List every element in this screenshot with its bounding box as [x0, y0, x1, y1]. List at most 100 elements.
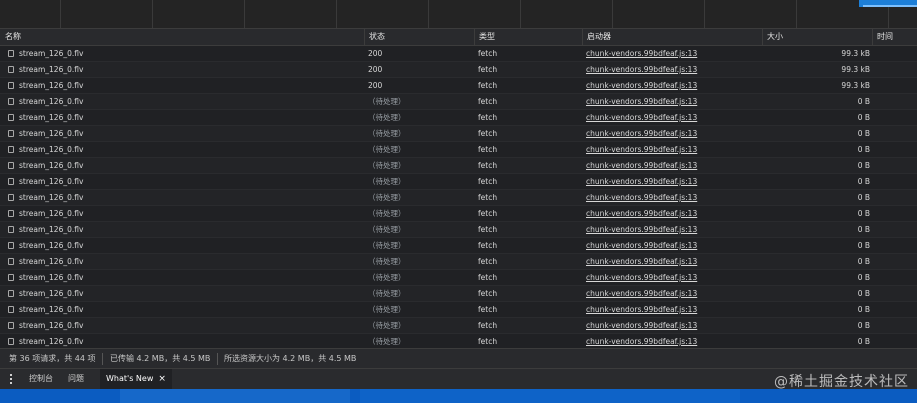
more-options-icon[interactable]	[10, 373, 13, 385]
request-initiator-link[interactable]: chunk-vendors.99bdfeaf.js:13	[586, 110, 756, 125]
request-type: fetch	[478, 305, 498, 314]
request-initiator-link[interactable]: chunk-vendors.99bdfeaf.js:13	[586, 302, 756, 317]
request-initiator-link[interactable]: chunk-vendors.99bdfeaf.js:13	[586, 46, 756, 61]
table-row[interactable]: stream_126_0.flv （待处理） fetch chunk-vendors.…	[0, 270, 917, 286]
request-type: fetch	[478, 65, 498, 74]
request-name[interactable]: stream_126_0.flv	[8, 334, 360, 348]
request-status: （待处理）	[368, 241, 406, 250]
request-time	[876, 94, 917, 109]
table-row[interactable]: stream_126_0.flv （待处理） fetch chunk-vendors.…	[0, 94, 917, 110]
table-row[interactable]: stream_126_0.flv 200 fetch chunk-vendors.99…	[0, 46, 917, 62]
request-initiator-link[interactable]: chunk-vendors.99bdfeaf.js:13	[586, 254, 756, 269]
request-initiator-link[interactable]: chunk-vendors.99bdfeaf.js:13	[586, 158, 756, 173]
request-type: fetch	[478, 49, 498, 58]
request-initiator-link[interactable]: chunk-vendors.99bdfeaf.js:13	[586, 62, 756, 77]
request-name[interactable]: stream_126_0.flv	[8, 270, 360, 285]
request-initiator-link[interactable]: chunk-vendors.99bdfeaf.js:13	[586, 334, 756, 348]
column-header-name[interactable]: 名称	[0, 29, 364, 45]
request-name-label: stream_126_0.flv	[19, 129, 84, 138]
request-initiator-link[interactable]: chunk-vendors.99bdfeaf.js:13	[586, 126, 756, 141]
request-status: （待处理）	[368, 321, 406, 330]
table-row[interactable]: stream_126_0.flv （待处理） fetch chunk-vendors.…	[0, 222, 917, 238]
request-name[interactable]: stream_126_0.flv	[8, 222, 360, 237]
table-row[interactable]: stream_126_0.flv （待处理） fetch chunk-vendors.…	[0, 318, 917, 334]
request-status: （待处理）	[368, 337, 406, 346]
request-initiator-link[interactable]: chunk-vendors.99bdfeaf.js:13	[586, 318, 756, 333]
table-row[interactable]: stream_126_0.flv （待处理） fetch chunk-vendors.…	[0, 174, 917, 190]
resources-size: 所选资源大小为 4.2 MB，共 4.5 MB	[224, 354, 357, 363]
table-row[interactable]: stream_126_0.flv 200 fetch chunk-vendors.99…	[0, 78, 917, 94]
request-initiator-link[interactable]: chunk-vendors.99bdfeaf.js:13	[586, 238, 756, 253]
request-name[interactable]: stream_126_0.flv	[8, 78, 360, 93]
table-header: 名称 状态 类型 启动器 大小 时间	[0, 29, 917, 46]
overview-gridline	[60, 0, 61, 28]
request-time	[876, 190, 917, 205]
column-header-initiator[interactable]: 启动器	[582, 29, 762, 45]
table-row[interactable]: stream_126_0.flv （待处理） fetch chunk-vendors.…	[0, 110, 917, 126]
file-icon	[8, 226, 14, 233]
column-header-time[interactable]: 时间	[872, 29, 917, 45]
request-name[interactable]: stream_126_0.flv	[8, 158, 360, 173]
column-header-size[interactable]: 大小	[762, 29, 872, 45]
request-time	[876, 62, 917, 77]
request-initiator-link[interactable]: chunk-vendors.99bdfeaf.js:13	[586, 286, 756, 301]
table-row[interactable]: stream_126_0.flv （待处理） fetch chunk-vendors.…	[0, 254, 917, 270]
table-row[interactable]: stream_126_0.flv （待处理） fetch chunk-vendors.…	[0, 206, 917, 222]
request-type: fetch	[478, 257, 498, 266]
request-name[interactable]: stream_126_0.flv	[8, 206, 360, 221]
request-initiator-link[interactable]: chunk-vendors.99bdfeaf.js:13	[586, 142, 756, 157]
request-size: 0 B	[857, 321, 870, 330]
request-name[interactable]: stream_126_0.flv	[8, 286, 360, 301]
request-status: （待处理）	[368, 225, 406, 234]
request-name[interactable]: stream_126_0.flv	[8, 62, 360, 77]
table-row[interactable]: stream_126_0.flv （待处理） fetch chunk-vendors.…	[0, 142, 917, 158]
request-time	[876, 318, 917, 333]
request-time	[876, 254, 917, 269]
site-watermark: @稀土掘金技术社区	[774, 374, 909, 390]
request-initiator-link[interactable]: chunk-vendors.99bdfeaf.js:13	[586, 174, 756, 189]
tab-issues[interactable]: 问题	[68, 369, 84, 389]
request-initiator-link[interactable]: chunk-vendors.99bdfeaf.js:13	[586, 94, 756, 109]
tab-whats-new[interactable]: What's New ×	[100, 369, 172, 389]
request-name[interactable]: stream_126_0.flv	[8, 142, 360, 157]
table-row[interactable]: stream_126_0.flv （待处理） fetch chunk-vendors.…	[0, 334, 917, 348]
table-row[interactable]: stream_126_0.flv （待处理） fetch chunk-vendors.…	[0, 190, 917, 206]
table-row[interactable]: stream_126_0.flv （待处理） fetch chunk-vendors.…	[0, 126, 917, 142]
request-name[interactable]: stream_126_0.flv	[8, 110, 360, 125]
table-row[interactable]: stream_126_0.flv （待处理） fetch chunk-vendors.…	[0, 302, 917, 318]
request-status: （待处理）	[368, 209, 406, 218]
tab-console[interactable]: 控制台	[29, 369, 53, 389]
request-name[interactable]: stream_126_0.flv	[8, 94, 360, 109]
request-name[interactable]: stream_126_0.flv	[8, 254, 360, 269]
request-name[interactable]: stream_126_0.flv	[8, 318, 360, 333]
request-name[interactable]: stream_126_0.flv	[8, 302, 360, 317]
table-row[interactable]: stream_126_0.flv （待处理） fetch chunk-vendors.…	[0, 286, 917, 302]
request-name[interactable]: stream_126_0.flv	[8, 190, 360, 205]
request-status: （待处理）	[368, 129, 406, 138]
request-name[interactable]: stream_126_0.flv	[8, 174, 360, 189]
request-name-label: stream_126_0.flv	[19, 113, 84, 122]
request-name-label: stream_126_0.flv	[19, 65, 84, 74]
table-row[interactable]: stream_126_0.flv （待处理） fetch chunk-vendors.…	[0, 158, 917, 174]
request-initiator-link[interactable]: chunk-vendors.99bdfeaf.js:13	[586, 78, 756, 93]
request-name[interactable]: stream_126_0.flv	[8, 46, 360, 61]
request-initiator-link[interactable]: chunk-vendors.99bdfeaf.js:13	[586, 270, 756, 285]
request-name[interactable]: stream_126_0.flv	[8, 238, 360, 253]
table-row[interactable]: stream_126_0.flv （待处理） fetch chunk-vendors.…	[0, 238, 917, 254]
request-name[interactable]: stream_126_0.flv	[8, 126, 360, 141]
request-initiator-link[interactable]: chunk-vendors.99bdfeaf.js:13	[586, 206, 756, 221]
file-icon	[8, 162, 14, 169]
request-type: fetch	[478, 177, 498, 186]
os-taskbar	[0, 389, 917, 403]
close-icon[interactable]: ×	[158, 374, 166, 384]
request-size: 99.3 kB	[841, 81, 870, 90]
column-header-status[interactable]: 状态	[364, 29, 474, 45]
request-status: （待处理）	[368, 193, 406, 202]
request-initiator-link[interactable]: chunk-vendors.99bdfeaf.js:13	[586, 190, 756, 205]
column-header-type[interactable]: 类型	[474, 29, 582, 45]
request-initiator-link[interactable]: chunk-vendors.99bdfeaf.js:13	[586, 222, 756, 237]
table-row[interactable]: stream_126_0.flv 200 fetch chunk-vendors.99…	[0, 62, 917, 78]
request-type: fetch	[478, 193, 498, 202]
waterfall-overview[interactable]	[0, 0, 917, 29]
request-type: fetch	[478, 97, 498, 106]
